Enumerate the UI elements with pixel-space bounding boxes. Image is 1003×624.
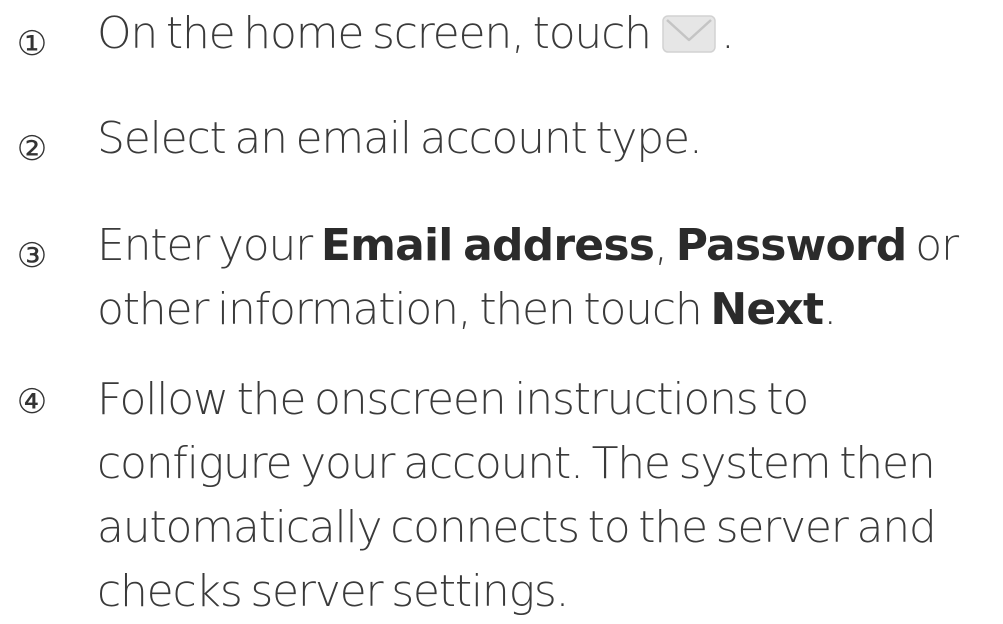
step-line: Select an email account type. xyxy=(97,113,703,164)
step-text: Enter your Email address, Password or ot… xyxy=(97,214,1002,342)
email-icon xyxy=(661,10,717,54)
step-text: On the home screen, touch. xyxy=(97,2,1002,66)
separator-comma: , xyxy=(654,220,676,271)
step-text: Select an email account type. xyxy=(97,107,1002,171)
step-number: ② xyxy=(16,129,48,169)
step-text-suffix: or xyxy=(906,220,959,271)
step-text-before-icon: On the home screen, touch xyxy=(97,8,652,59)
step-line: automatically connects to the server and xyxy=(97,502,937,553)
step-text-prefix: other information, then touch xyxy=(97,284,711,335)
step-text-suffix: . xyxy=(823,284,837,335)
step-number: ③ xyxy=(16,236,48,276)
step-line: configure your account. The system then xyxy=(97,438,936,489)
step-line: Follow the onscreen instructions to xyxy=(97,374,809,425)
next-label: Next xyxy=(710,284,824,335)
email-address-label: Email address xyxy=(320,220,655,271)
password-label: Password xyxy=(675,220,908,271)
step-text-prefix: Enter your xyxy=(97,220,321,271)
step-text: Follow the onscreen instructions to conf… xyxy=(97,368,1002,624)
step-number: ④ xyxy=(16,382,48,422)
step-text-after-icon: . xyxy=(720,8,735,59)
step-number: ① xyxy=(16,24,48,64)
step-line: checks server settings. xyxy=(97,566,570,617)
